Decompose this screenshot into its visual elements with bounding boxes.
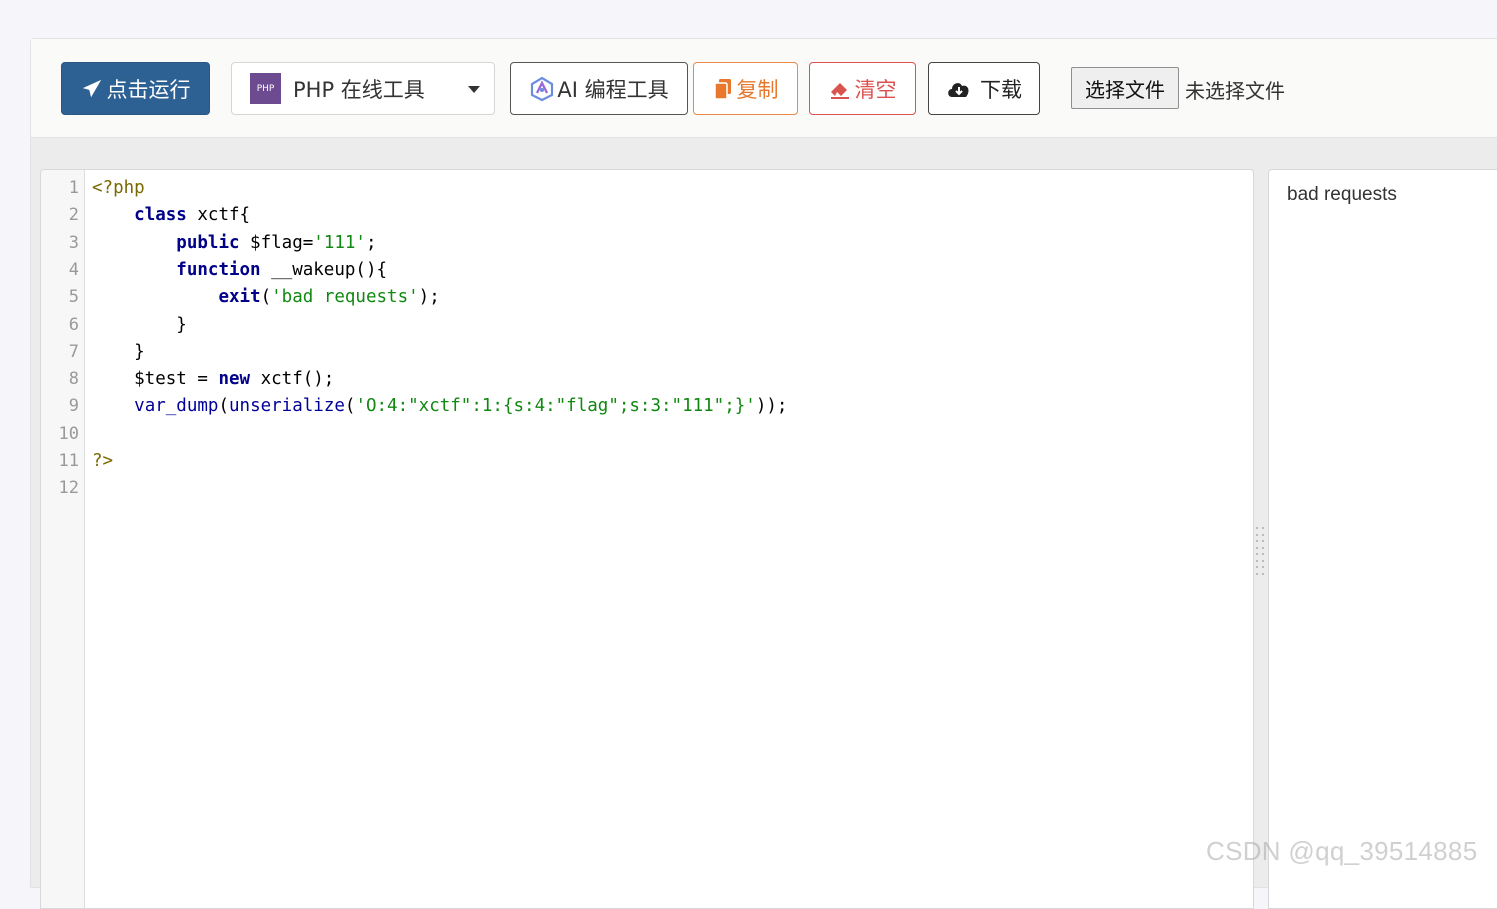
choose-file-button[interactable]: 选择文件 <box>1071 67 1179 109</box>
download-button-label: 下载 <box>980 77 1022 102</box>
language-select-value: PHP 在线工具 <box>293 77 425 102</box>
download-button[interactable]: 下载 <box>928 62 1040 115</box>
code-token: 'O:4:"xctf":1:{s:4:"flag";s:3:"111";}' <box>355 396 756 417</box>
ai-tool-button[interactable]: AI 编程工具 <box>510 62 688 115</box>
code-token: '111' <box>313 232 366 253</box>
ai-logo-icon <box>531 76 554 101</box>
copy-button[interactable]: 复制 <box>693 62 798 115</box>
eraser-icon <box>830 82 849 99</box>
pane-resize-handle[interactable] <box>1256 527 1264 575</box>
code-line: var_dump(unserialize('O:4:"xctf":1:{s:4:… <box>92 393 787 420</box>
code-line: } <box>92 312 187 339</box>
line-number: 1 <box>68 178 79 198</box>
code-token: new <box>218 369 251 390</box>
code-token: public <box>176 232 240 253</box>
caret-down-icon <box>468 86 480 93</box>
code-line: function __wakeup(){ <box>92 257 387 284</box>
code-line: exit('bad requests'); <box>92 284 440 311</box>
clear-button-label: 清空 <box>854 77 897 102</box>
ai-tool-button-label: AI 编程工具 <box>557 77 669 102</box>
clear-button[interactable]: 清空 <box>809 62 916 115</box>
code-line: class xctf{ <box>92 202 250 229</box>
line-number: 3 <box>68 232 79 253</box>
paper-plane-icon <box>82 79 101 97</box>
code-token: function <box>176 259 261 280</box>
line-number-gutter: 1 2 3 4 5 6 7 8 9 10 11 12 <box>41 170 85 908</box>
code-token: unserialize <box>229 396 345 417</box>
code-token: ?> <box>92 451 114 471</box>
language-select[interactable]: PHP PHP 在线工具 <box>231 62 495 115</box>
cloud-download-icon <box>948 82 969 97</box>
code-token: } <box>92 341 145 362</box>
code-token: $test = <box>92 369 219 390</box>
watermark: CSDN @qq_39514885 <box>1206 836 1478 866</box>
toolbar: 点击运行 PHP PHP 在线工具 AI 编程工具 复制 清空 下载 选择文件 … <box>31 39 1497 138</box>
line-number: 8 <box>68 369 79 390</box>
code-line: <?php <box>92 175 145 202</box>
code-token: <?php <box>92 178 145 198</box>
code-token: ( <box>260 287 272 308</box>
code-line: } <box>92 339 145 366</box>
output-text: bad requests <box>1287 184 1397 205</box>
code-token: 'bad requests' <box>271 287 419 308</box>
line-number: 6 <box>68 314 79 335</box>
code-token: class <box>134 205 187 226</box>
code-token: } <box>92 314 187 335</box>
line-number: 11 <box>58 451 79 471</box>
code-token: ); <box>418 287 440 308</box>
code-token: ( <box>218 396 229 417</box>
line-number: 12 <box>58 478 79 499</box>
php-logo-icon: PHP <box>250 73 281 104</box>
code-token: $flag= <box>239 232 314 253</box>
line-number: 7 <box>68 341 79 362</box>
code-token: var_dump <box>134 396 219 417</box>
code-token: )); <box>755 396 788 417</box>
code-line: $test = new xctf(); <box>92 366 334 393</box>
code-token: ( <box>344 396 356 417</box>
code-token: exit <box>218 287 261 308</box>
run-button-label: 点击运行 <box>106 77 191 102</box>
line-number: 5 <box>68 287 79 308</box>
line-number: 10 <box>58 423 79 444</box>
code-line: public $flag='111'; <box>92 230 377 257</box>
run-button[interactable]: 点击运行 <box>61 62 210 115</box>
code-editor[interactable]: 1 2 3 4 5 6 7 8 9 10 11 12 <?php class xctf{ public… <box>40 169 1254 909</box>
code-line: ?> <box>92 448 113 475</box>
line-number: 4 <box>68 259 79 280</box>
copy-icon <box>713 78 731 100</box>
code-token: xctf{ <box>186 205 251 226</box>
output-pane: bad requests <box>1268 169 1497 909</box>
code-token: ; <box>365 232 377 253</box>
line-number: 2 <box>68 205 79 226</box>
tool-panel: 点击运行 PHP PHP 在线工具 AI 编程工具 复制 清空 下载 选择文件 … <box>30 38 1497 909</box>
code-token: __wakeup(){ <box>260 259 388 280</box>
copy-button-label: 复制 <box>736 77 779 102</box>
code-token: xctf(); <box>250 369 335 390</box>
line-number: 9 <box>68 396 79 417</box>
file-status-text: 未选择文件 <box>1185 79 1285 103</box>
